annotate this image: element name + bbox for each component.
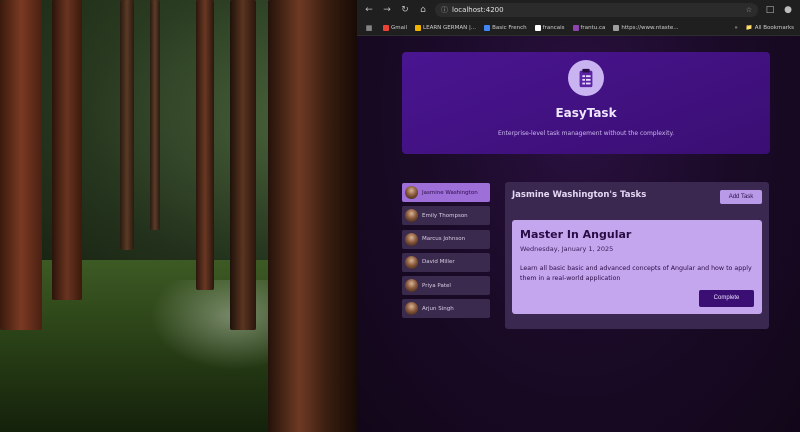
tasks-title: Jasmine Washington's Tasks	[512, 190, 647, 200]
task-card: Master In Angular Wednesday, January 1, …	[512, 220, 762, 314]
avatar	[405, 232, 418, 246]
url-text: localhost:4200	[452, 6, 504, 14]
user-item-jasmine-washington[interactable]: Jasmine Washington	[402, 183, 490, 202]
bookmark-favicon	[613, 24, 620, 31]
bookmark-francais[interactable]: francais	[534, 24, 565, 31]
more-bookmarks-icon[interactable]: »	[734, 25, 737, 31]
app-subtitle: Enterprise-level task management without…	[497, 130, 675, 137]
apps-grid-icon[interactable]: ▦	[363, 22, 375, 34]
bookmark-basic-french[interactable]: Basic French	[484, 24, 527, 31]
tree-trunk	[52, 0, 82, 300]
user-item-emily-thompson[interactable]: Emily Thompson	[402, 206, 490, 226]
add-task-button[interactable]: Add Task	[720, 190, 762, 204]
bookmark-star-icon[interactable]: ☆	[746, 6, 752, 14]
user-name: David Miller	[422, 259, 455, 266]
user-item-arjun-singh[interactable]: Arjun Singh	[402, 299, 490, 319]
avatar	[405, 186, 418, 199]
extensions-icon[interactable]: □	[764, 4, 776, 16]
folder-icon: 📁	[745, 24, 753, 31]
app-page: EasyTask Enterprise-level task managemen…	[357, 36, 800, 432]
bookmark-gmail[interactable]: Gmail	[383, 24, 407, 31]
avatar	[405, 279, 418, 293]
all-bookmarks-folder[interactable]: 📁 All Bookmarks	[746, 25, 794, 31]
bookmark-learn-german[interactable]: LEARN GERMAN |...	[415, 24, 476, 31]
home-icon[interactable]: ⌂	[417, 4, 429, 16]
browser-window: ← → ↻ ⌂ ⓘ localhost:4200 ☆ □ ● ▦ Gmail L…	[357, 0, 800, 432]
tree-trunk	[268, 0, 358, 432]
user-name: Marcus Johnson	[422, 236, 466, 243]
forward-icon[interactable]: →	[381, 4, 393, 16]
bookmarks-bar: ▦ Gmail LEARN GERMAN |... Basic French f…	[357, 20, 800, 36]
browser-toolbar: ← → ↻ ⌂ ⓘ localhost:4200 ☆ □ ●	[357, 0, 800, 20]
avatar	[405, 209, 418, 223]
site-info-icon[interactable]: ⓘ	[441, 5, 448, 15]
clipboard-icon	[568, 60, 604, 96]
task-title: Master In Angular	[520, 228, 632, 241]
tree-trunk	[0, 0, 42, 330]
bookmark-ntaste[interactable]: https://www.ntaste...	[613, 24, 678, 31]
app-header: EasyTask Enterprise-level task managemen…	[402, 52, 770, 154]
bookmark-favicon	[572, 24, 579, 31]
back-icon[interactable]: ←	[363, 4, 375, 16]
user-name: Emily Thompson	[422, 212, 468, 219]
user-item-david-miller[interactable]: David Miller	[402, 252, 490, 272]
bookmark-frantu[interactable]: frantu.ca	[572, 24, 605, 31]
user-name: Arjun Singh	[422, 305, 454, 312]
tree-trunk	[150, 0, 160, 230]
bookmark-favicon	[534, 24, 541, 31]
user-item-priya-patel[interactable]: Priya Patel	[402, 276, 490, 296]
avatar	[405, 255, 418, 269]
tree-trunk	[120, 0, 134, 250]
gmail-icon	[383, 24, 389, 31]
tasks-panel: Jasmine Washington's Tasks Add Task Mast…	[505, 182, 769, 329]
user-name: Priya Patel	[422, 282, 451, 289]
tree-trunk	[230, 0, 256, 330]
avatar	[405, 302, 418, 316]
bookmark-favicon	[415, 24, 422, 31]
user-list: Jasmine Washington Emily Thompson Marcus…	[402, 183, 490, 323]
user-name: Jasmine Washington	[422, 189, 478, 196]
task-description: Learn all basic basic and advanced conce…	[520, 265, 752, 282]
task-date: Wednesday, January 1, 2025	[520, 245, 614, 253]
reload-icon[interactable]: ↻	[399, 4, 411, 16]
bookmark-favicon	[484, 24, 491, 31]
user-item-marcus-johnson[interactable]: Marcus Johnson	[402, 229, 490, 249]
profile-icon[interactable]: ●	[782, 4, 794, 16]
address-bar[interactable]: ⓘ localhost:4200 ☆	[435, 3, 758, 17]
app-title: EasyTask	[555, 106, 617, 120]
complete-button[interactable]: Complete	[699, 290, 754, 307]
tree-trunk	[196, 0, 214, 290]
